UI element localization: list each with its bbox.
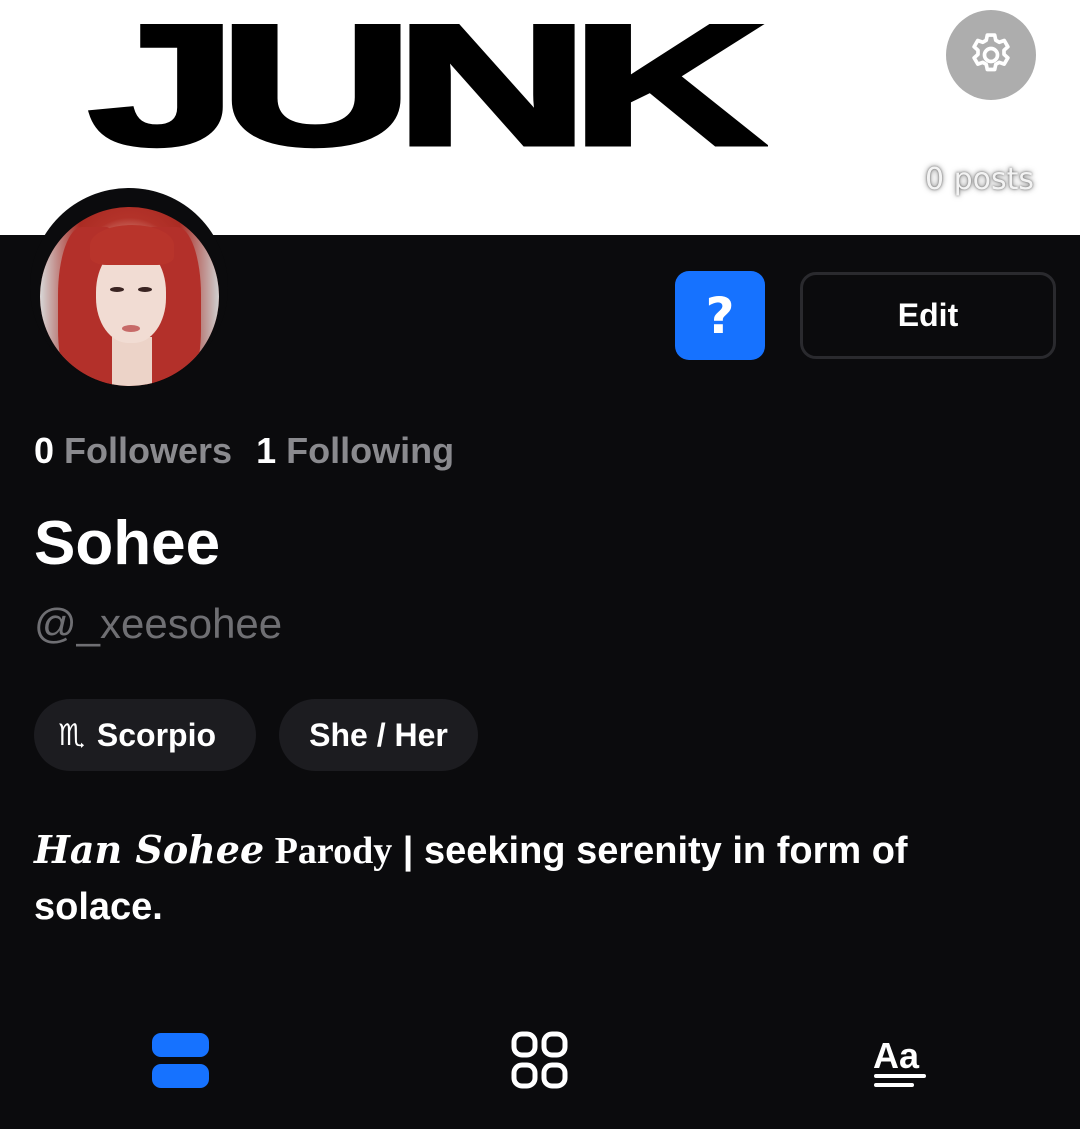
grid-icon	[511, 1031, 568, 1089]
settings-button[interactable]	[946, 10, 1036, 100]
followers-count: 0	[34, 430, 55, 471]
bio-name: Han Sohee	[34, 827, 265, 872]
display-name: Sohee	[34, 509, 221, 578]
stacked-rows-icon	[152, 1033, 209, 1088]
following-count: 1	[256, 430, 277, 471]
gear-icon	[972, 33, 1010, 72]
username-handle: @_xeesohee	[34, 600, 283, 647]
tab-text[interactable]: Aa	[870, 1030, 930, 1090]
avatar[interactable]	[40, 207, 219, 386]
pronouns-label: She / Her	[309, 716, 448, 753]
posts-count: 0 posts	[924, 162, 1034, 197]
followers-link[interactable]: 0 Followers	[34, 430, 232, 471]
text-format-icon: Aa	[873, 1035, 926, 1087]
help-button[interactable]: ?	[675, 271, 765, 360]
following-label: Following	[286, 430, 455, 471]
pronouns-chip[interactable]: She / Her	[279, 699, 478, 771]
scorpio-icon: ♏	[58, 717, 85, 753]
follow-stats: 0 Followers 1 Following	[34, 430, 454, 472]
following-link[interactable]: 1 Following	[256, 430, 454, 471]
banner-text: JUNK	[85, 0, 769, 182]
svg-text:Aa: Aa	[873, 1035, 920, 1076]
bio-parody: Parody	[274, 830, 393, 872]
zodiac-label: Scorpio	[96, 716, 217, 753]
tab-posts[interactable]	[151, 1030, 211, 1090]
zodiac-chip[interactable]: ♏ Scorpio	[34, 699, 256, 771]
bio: Han Sohee Parody | seeking serenity in f…	[34, 822, 994, 935]
followers-label: Followers	[64, 430, 233, 471]
tab-grid[interactable]	[510, 1030, 570, 1090]
edit-profile-button[interactable]: Edit	[800, 272, 1056, 359]
